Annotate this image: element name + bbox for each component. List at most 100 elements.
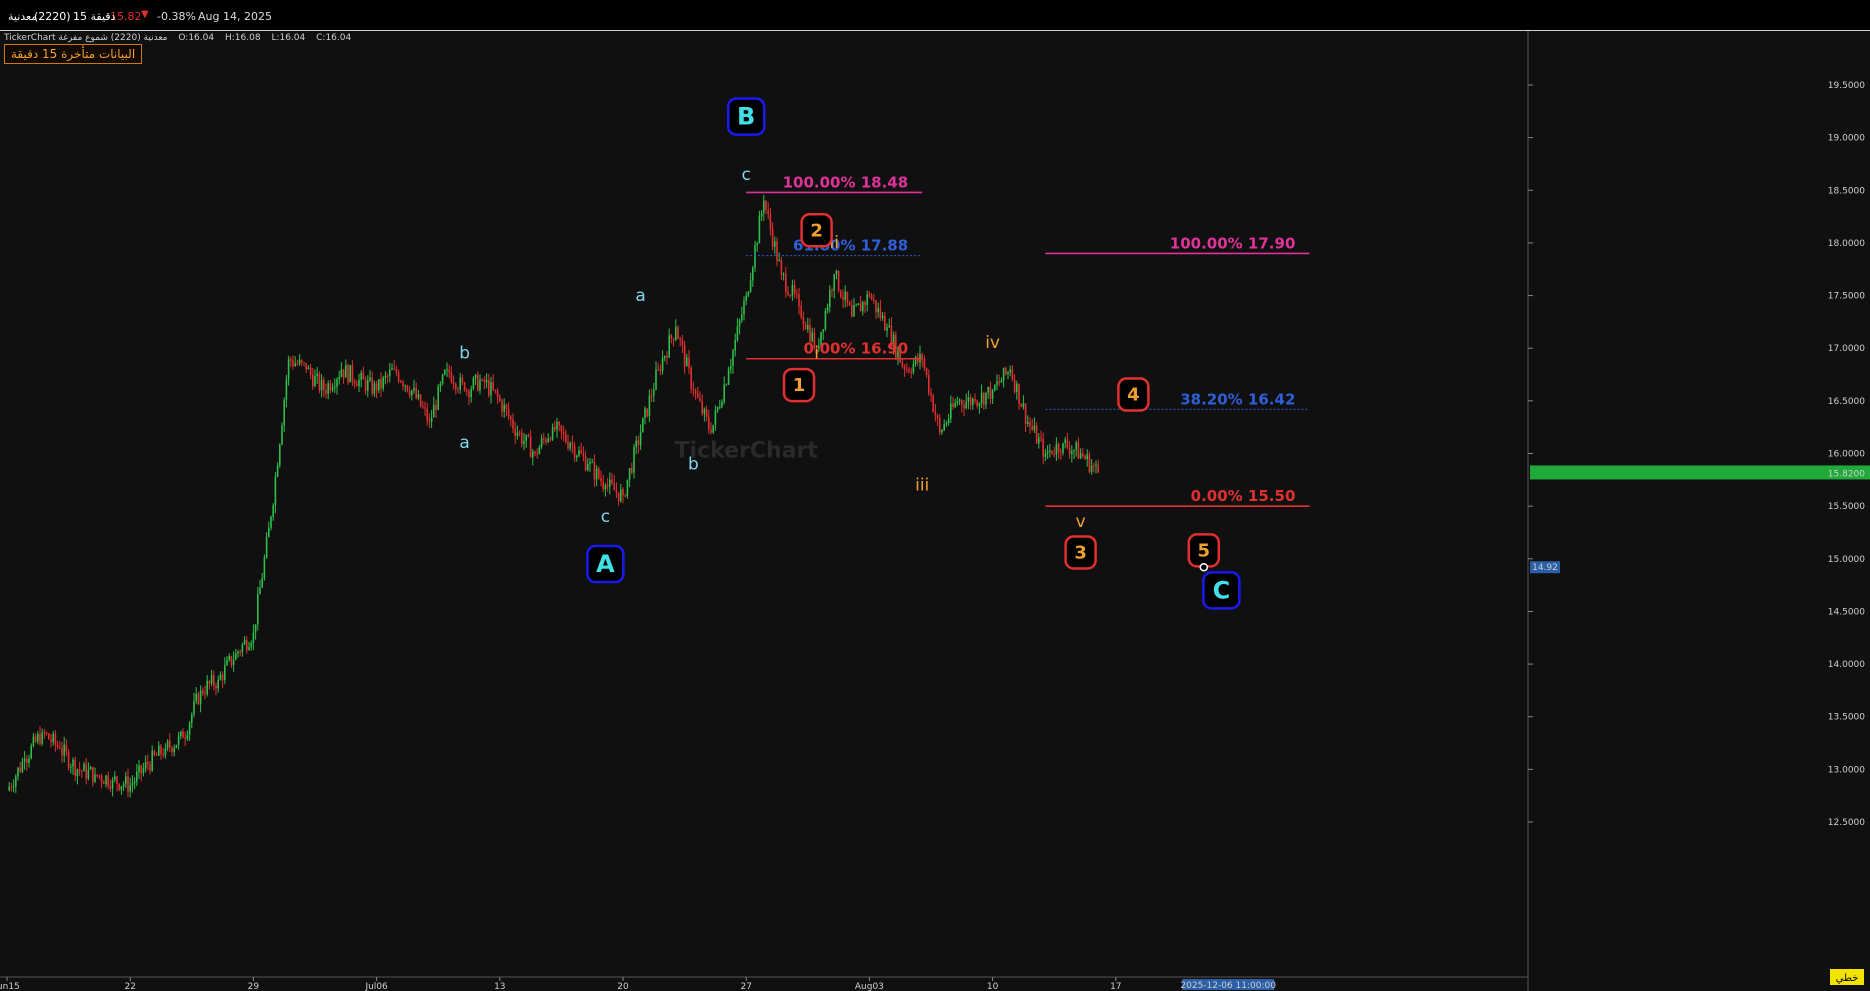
candle-body xyxy=(364,379,367,391)
candle-body xyxy=(474,374,477,378)
candle-body xyxy=(501,400,503,412)
candle-body xyxy=(54,733,57,745)
candle-body xyxy=(404,385,406,387)
candle-body xyxy=(998,381,1000,383)
candle-body xyxy=(791,285,794,296)
candle-body xyxy=(727,369,730,385)
candle-body xyxy=(470,389,472,398)
candle-body xyxy=(1060,452,1062,454)
price-tick-label: 17.0000 xyxy=(1828,344,1865,354)
candle-body xyxy=(639,432,642,446)
candle-body xyxy=(479,379,481,391)
candle-body xyxy=(752,267,754,281)
candle-body xyxy=(774,241,776,247)
candle-body xyxy=(105,775,107,785)
candle-body xyxy=(745,295,747,301)
candle-body xyxy=(65,744,68,752)
candle-body xyxy=(87,769,90,779)
candle-body xyxy=(512,419,514,429)
candle-body xyxy=(257,594,259,625)
candle-body xyxy=(331,387,334,391)
candle-body xyxy=(268,527,270,538)
candle-body xyxy=(958,400,961,402)
wave-label: v xyxy=(1076,512,1086,532)
candle-body xyxy=(61,748,63,756)
fib-level-label: 0.00% 15.50 xyxy=(1191,487,1296,505)
candle-body xyxy=(765,200,767,211)
candle-body xyxy=(98,775,101,777)
candle-body xyxy=(230,656,233,665)
candle-body xyxy=(1002,367,1005,381)
candle-body xyxy=(290,358,292,361)
candle-body xyxy=(939,417,941,433)
candle-body xyxy=(17,767,19,777)
price-tick-label: 18.5000 xyxy=(1828,186,1865,196)
candle-body xyxy=(523,440,525,444)
candle-body xyxy=(204,693,206,695)
candle-body xyxy=(657,369,659,371)
candle-body xyxy=(1055,443,1058,455)
candle-body xyxy=(1093,465,1095,467)
candle-body xyxy=(714,410,717,425)
candle-body xyxy=(543,438,545,440)
candle-body xyxy=(521,432,523,444)
candle-body xyxy=(732,350,734,366)
candle-body xyxy=(987,387,989,393)
candle-body xyxy=(362,372,365,380)
candle-body xyxy=(378,379,380,391)
candle-body xyxy=(653,389,655,396)
candle-body xyxy=(367,380,369,391)
candle-body xyxy=(738,320,741,327)
candle-body xyxy=(844,291,846,300)
candle-body xyxy=(798,294,800,307)
candle-body xyxy=(34,736,37,742)
candle-body xyxy=(681,339,684,345)
candle-body xyxy=(342,369,345,378)
candle-body xyxy=(837,270,840,292)
candle-body xyxy=(463,382,466,391)
candle-body xyxy=(21,761,24,772)
candle-body xyxy=(736,326,739,340)
candle-body xyxy=(485,380,488,383)
candle-body xyxy=(1077,442,1080,459)
candle-body xyxy=(329,383,332,391)
candle-body xyxy=(967,397,970,402)
candle-body xyxy=(316,373,318,376)
price-tick-label: 14.5000 xyxy=(1828,607,1865,617)
wave-label: a xyxy=(635,286,645,306)
candle-body xyxy=(587,464,589,471)
candle-body xyxy=(648,395,651,417)
price-tick-label: 15.0000 xyxy=(1828,555,1865,565)
candle-body xyxy=(100,776,103,782)
candle-body xyxy=(433,404,435,418)
candle-body xyxy=(116,776,118,784)
candle-body xyxy=(613,483,615,491)
candle-body xyxy=(490,382,492,396)
candle-body xyxy=(945,422,948,425)
candle-body xyxy=(452,382,455,385)
candle-body xyxy=(582,453,585,457)
candle-body xyxy=(710,429,712,433)
candle-body xyxy=(578,450,580,456)
candle-body xyxy=(466,390,468,392)
candle-body xyxy=(283,399,285,426)
candle-body xyxy=(441,374,444,384)
candle-body xyxy=(461,377,464,383)
candle-body xyxy=(371,377,373,394)
candle-body xyxy=(947,418,950,423)
candle-body xyxy=(529,436,532,458)
wave-label: c xyxy=(601,507,610,527)
candle-body xyxy=(323,380,325,391)
candle-body xyxy=(573,445,576,458)
candle-body xyxy=(217,679,219,689)
candle-body xyxy=(1040,437,1042,439)
candle-body xyxy=(969,397,972,406)
candle-body xyxy=(85,763,87,779)
scale-mode-label[interactable]: خطي xyxy=(1836,973,1859,984)
candle-body xyxy=(358,379,360,387)
candle-body xyxy=(155,754,158,756)
candle-body xyxy=(567,441,569,449)
candle-body xyxy=(1000,380,1003,383)
candle-body xyxy=(989,387,992,399)
price-chart[interactable]: 19.5000 19.0000 18.5000 18.0000 17.5000 17.00… xyxy=(0,0,1870,991)
